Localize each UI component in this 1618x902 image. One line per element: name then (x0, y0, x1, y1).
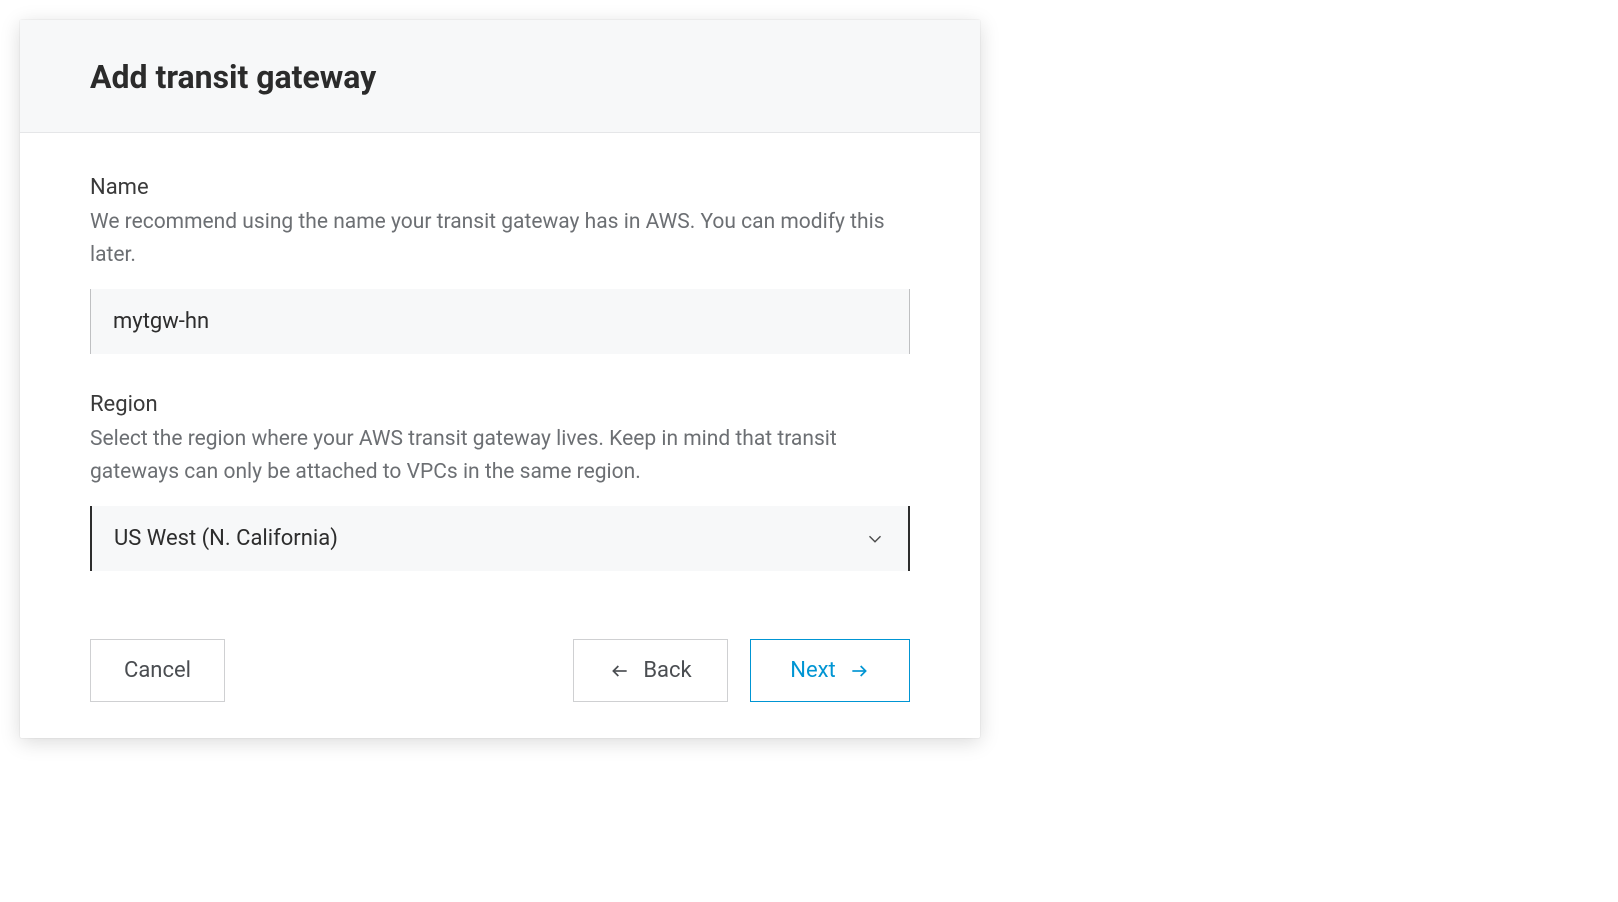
cancel-button-label: Cancel (124, 658, 191, 683)
next-button[interactable]: Next (750, 639, 910, 702)
footer-right-buttons: Back Next (573, 639, 910, 702)
name-field-group: Name We recommend using the name your tr… (90, 175, 910, 354)
region-selected-value: US West (N. California) (114, 526, 338, 551)
name-description: We recommend using the name your transit… (90, 206, 910, 271)
add-transit-gateway-dialog: Add transit gateway Name We recommend us… (20, 20, 980, 738)
arrow-left-icon (609, 661, 631, 681)
next-button-label: Next (790, 658, 835, 683)
name-label: Name (90, 175, 910, 200)
dialog-title: Add transit gateway (90, 58, 910, 96)
region-label: Region (90, 392, 910, 417)
region-select-wrapper: US West (N. California) (90, 506, 910, 571)
name-input[interactable] (90, 289, 910, 354)
arrow-right-icon (848, 661, 870, 681)
region-field-group: Region Select the region where your AWS … (90, 392, 910, 571)
region-description: Select the region where your AWS transit… (90, 423, 910, 488)
dialog-body: Name We recommend using the name your tr… (20, 133, 980, 621)
back-button-label: Back (643, 658, 691, 683)
dialog-footer: Cancel Back Next (20, 621, 980, 738)
region-select[interactable]: US West (N. California) (90, 506, 910, 571)
back-button[interactable]: Back (573, 639, 728, 702)
chevron-down-icon (864, 528, 886, 550)
cancel-button[interactable]: Cancel (90, 639, 225, 702)
dialog-header: Add transit gateway (20, 20, 980, 133)
